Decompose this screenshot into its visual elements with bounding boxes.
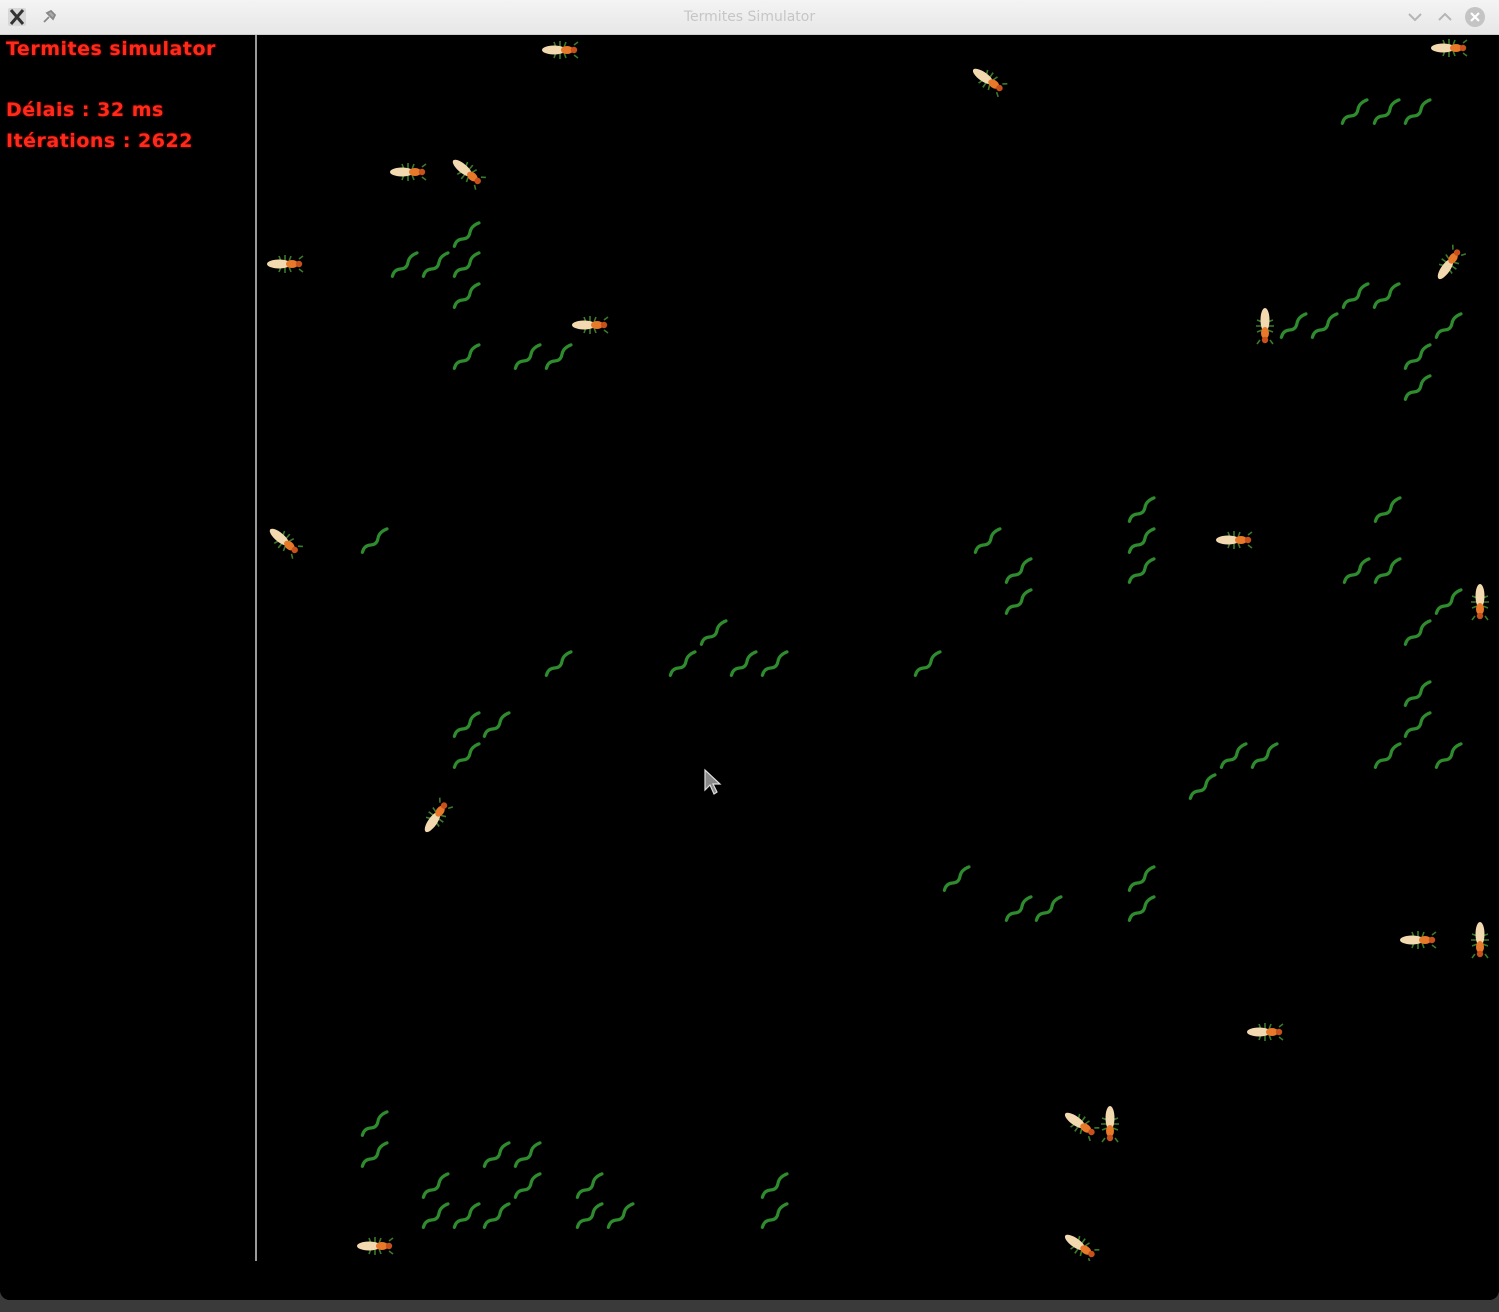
delay-readout: Délais : 32 ms: [6, 99, 164, 121]
wood-chip: [1127, 527, 1156, 554]
wood-chip: [1373, 742, 1402, 769]
termite-icon: [390, 163, 427, 181]
wood-chip: [668, 650, 697, 677]
wood-chip: [513, 343, 542, 370]
wood-chip: [760, 650, 789, 677]
wood-chip: [1434, 588, 1463, 615]
termite-icon: [1101, 1106, 1119, 1143]
wood-chip: [1403, 98, 1432, 125]
chevron-down-icon[interactable]: [1404, 6, 1426, 28]
wood-chip: [1341, 282, 1370, 309]
termite-icon: [1471, 922, 1489, 959]
wood-chip: [390, 251, 419, 278]
wood-chip: [452, 711, 481, 738]
wood-chip: [1188, 773, 1217, 800]
termite-icon: [424, 797, 454, 833]
wood-chip: [913, 650, 942, 677]
window-title: Termites Simulator: [683, 9, 816, 25]
wood-chip: [1403, 619, 1432, 646]
wood-chip: [1004, 588, 1033, 615]
wood-chip: [513, 1141, 542, 1168]
wood-chip: [575, 1202, 604, 1229]
wood-chip: [699, 619, 728, 646]
wood-chip: [575, 1172, 604, 1199]
termite-icon: [1216, 531, 1253, 549]
wood-chip: [760, 1172, 789, 1199]
wood-chip: [1403, 711, 1432, 738]
title-bar[interactable]: Termites Simulator: [0, 0, 1499, 35]
iterations-readout: Itérations : 2622: [6, 130, 193, 152]
simulation-field[interactable]: [257, 35, 1499, 1261]
simulator-title: Termites simulator: [6, 38, 216, 60]
info-panel: [0, 35, 255, 1261]
termite-icon: [1064, 1234, 1100, 1261]
wood-chip: [421, 251, 450, 278]
termite-icon: [1400, 931, 1437, 949]
wood-chip: [1127, 895, 1156, 922]
wood-chip: [1342, 557, 1371, 584]
wood-chip: [1434, 312, 1463, 339]
wood-chip: [606, 1202, 635, 1229]
termite-icon: [542, 41, 579, 59]
wood-chip: [452, 1202, 481, 1229]
wood-chip: [1310, 312, 1339, 339]
wood-chip: [1004, 557, 1033, 584]
wood-chip: [452, 343, 481, 370]
wood-chip: [1403, 343, 1432, 370]
wood-chip: [452, 221, 481, 248]
app-window: Termites Simulator Termites simulator Dé…: [0, 0, 1499, 1300]
wood-chip: [942, 865, 971, 892]
wood-chip: [1340, 98, 1369, 125]
mouse-cursor-icon: [704, 768, 722, 795]
wood-chip: [1403, 374, 1432, 401]
wood-chip: [1373, 557, 1402, 584]
wood-chip: [1127, 557, 1156, 584]
wood-chip: [1403, 680, 1432, 707]
wood-chip: [1034, 895, 1063, 922]
simulation-canvas[interactable]: [257, 35, 1499, 1261]
wood-chip: [1127, 865, 1156, 892]
termite-icon: [1256, 308, 1274, 345]
wood-chip: [1279, 312, 1308, 339]
close-icon[interactable]: [1464, 6, 1486, 28]
wood-chip: [421, 1172, 450, 1199]
wood-chip: [1434, 742, 1463, 769]
wood-chip: [421, 1202, 450, 1229]
termite-icon: [972, 68, 1008, 98]
wood-chip: [1372, 98, 1401, 125]
wood-chip: [452, 742, 481, 769]
termite-icon: [1064, 1112, 1100, 1142]
wood-chip: [1250, 742, 1279, 769]
termite-icon: [267, 255, 304, 273]
wood-chip: [513, 1172, 542, 1199]
wood-chip: [1004, 895, 1033, 922]
wood-chip: [544, 343, 573, 370]
termite-icon: [1471, 584, 1489, 621]
wood-chip: [973, 527, 1002, 554]
wood-chip: [1219, 742, 1248, 769]
wood-chip: [544, 650, 573, 677]
wood-chip: [360, 1141, 389, 1168]
termite-icon: [357, 1237, 394, 1255]
wood-chip: [452, 251, 481, 278]
termite-icon: [452, 159, 486, 190]
termite-icon: [1247, 1023, 1284, 1041]
wood-chip: [360, 527, 389, 554]
termite-icon: [572, 316, 609, 334]
wood-chip: [482, 1202, 511, 1229]
wood-chip: [482, 1141, 511, 1168]
chevron-up-icon[interactable]: [1434, 6, 1456, 28]
wood-chip: [760, 1202, 789, 1229]
termite-icon: [269, 528, 303, 559]
termite-icon: [1437, 244, 1467, 280]
termite-icon: [1431, 39, 1468, 57]
wood-chip: [482, 711, 511, 738]
wood-chip: [1127, 496, 1156, 523]
wood-chip: [1372, 282, 1401, 309]
bottom-bar: [0, 1261, 1499, 1300]
wood-chip: [1373, 496, 1402, 523]
wood-chip: [360, 1110, 389, 1137]
wood-chip: [729, 650, 758, 677]
wood-chip: [452, 282, 481, 309]
